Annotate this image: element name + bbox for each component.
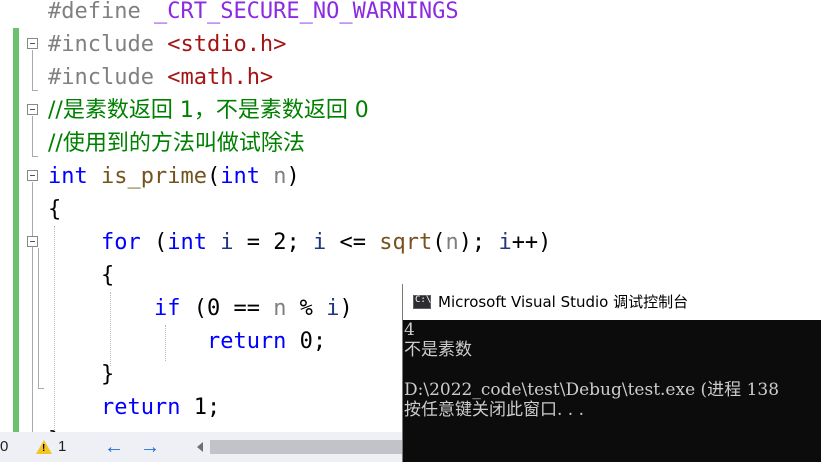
code-token: i (312, 230, 327, 255)
code-token: 1; (180, 395, 221, 420)
code-line[interactable]: if (0 == n % i) (48, 292, 353, 325)
collapse-include-block-icon[interactable] (27, 38, 38, 49)
code-token: <math.h> (167, 65, 274, 90)
horizontal-scrollbar-thumb[interactable] (210, 440, 406, 454)
code-token: } (48, 362, 115, 387)
code-token: n (273, 296, 287, 321)
fold-guide (32, 116, 33, 156)
code-token: return (206, 329, 287, 354)
code-line[interactable]: for (int i = 2; i <= sqrt(n); i++) (48, 226, 551, 259)
code-token: ) (286, 164, 300, 189)
code-line[interactable]: #include <math.h> (48, 61, 273, 94)
console-line: 不是素数 (404, 340, 472, 360)
code-token: is_prime (101, 164, 207, 189)
code-token: //是素数返回 1，不是素数返回 0 (48, 98, 369, 123)
code-line[interactable]: { (48, 193, 61, 226)
code-token: ( (432, 230, 446, 255)
code-token: { (48, 263, 115, 288)
code-token: sqrt (379, 230, 433, 255)
code-line[interactable]: { (48, 259, 114, 292)
collapse-for-loop-icon[interactable] (27, 236, 38, 247)
code-token: if (153, 296, 181, 321)
code-token: ) (339, 296, 353, 321)
code-token: i (220, 230, 234, 255)
console-output[interactable]: 4 不是素数 D:\2022_code\test\Debug\test.exe … (404, 320, 821, 462)
console-line: 4 (404, 320, 415, 340)
console-line: 按任意键关闭此窗口. . . (404, 400, 585, 420)
fold-guide (38, 248, 39, 388)
code-token: int (48, 164, 88, 189)
code-token: //使用到的方法叫做试除法 (48, 131, 305, 156)
fold-guide-end (32, 156, 38, 157)
scroll-left-arrow-icon[interactable] (197, 442, 203, 452)
debug-console-window[interactable]: C:\ Microsoft Visual Studio 调试控制台 4 不是素数… (402, 284, 821, 462)
code-token: ); (458, 230, 499, 255)
change-tracking-bar (13, 28, 19, 432)
console-icon-label: C:\ (415, 295, 432, 305)
console-title: Microsoft Visual Studio 调试控制台 (438, 293, 689, 311)
code-token: <stdio.h> (167, 32, 287, 57)
code-token: % (286, 296, 327, 321)
code-token: n (273, 164, 287, 189)
code-token: #define (48, 0, 154, 24)
code-token: ( (140, 230, 168, 255)
fold-guide (32, 50, 33, 90)
code-token: #include (48, 65, 168, 90)
code-token: i (498, 230, 512, 255)
warning-count[interactable]: 1 (58, 432, 66, 462)
code-token: int (167, 230, 207, 255)
code-line[interactable]: } (48, 424, 61, 432)
collapse-function-icon[interactable] (27, 170, 38, 181)
code-token: ++) (511, 230, 552, 255)
code-token: int (220, 164, 260, 189)
code-line[interactable]: #define _CRT_SECURE_NO_WARNINGS (48, 0, 459, 28)
code-token: n (445, 230, 459, 255)
navigate-back-icon[interactable]: ← (104, 435, 124, 459)
code-line[interactable]: #include <stdio.h> (48, 28, 286, 61)
code-token: <= (326, 230, 380, 255)
code-token: ( (206, 164, 221, 189)
collapse-comment-block-icon[interactable] (27, 104, 38, 115)
code-token: i (326, 296, 340, 321)
code-line[interactable]: //使用到的方法叫做试除法 (48, 127, 305, 160)
code-token: { (48, 197, 62, 222)
code-line[interactable]: return 1; (48, 391, 220, 424)
console-app-icon: C:\ (413, 295, 431, 309)
console-line: D:\2022_code\test\Debug\test.exe (进程 138 (404, 380, 780, 400)
code-token: = 2; (233, 230, 313, 255)
code-token: _CRT_SECURE_NO_WARNINGS (153, 0, 459, 24)
code-line[interactable]: //是素数返回 1，不是素数返回 0 (48, 94, 369, 127)
fold-guide (32, 182, 33, 432)
fold-guide-end (32, 90, 38, 91)
code-token: (0 == (180, 296, 274, 321)
navigate-forward-icon[interactable]: → (140, 435, 160, 459)
code-line[interactable]: } (48, 358, 114, 391)
code-token: #include (48, 32, 168, 57)
code-line[interactable]: return 0; (48, 325, 326, 358)
code-token: return (100, 395, 181, 420)
warning-icon[interactable]: ! (36, 440, 52, 454)
fold-guide-end (38, 388, 44, 389)
console-titlebar[interactable]: C:\ Microsoft Visual Studio 调试控制台 (403, 284, 821, 320)
code-token: 0; (286, 329, 327, 354)
code-line[interactable]: int is_prime(int n) (48, 160, 300, 193)
error-count[interactable]: 0 (0, 432, 8, 462)
code-token: for (100, 230, 141, 255)
